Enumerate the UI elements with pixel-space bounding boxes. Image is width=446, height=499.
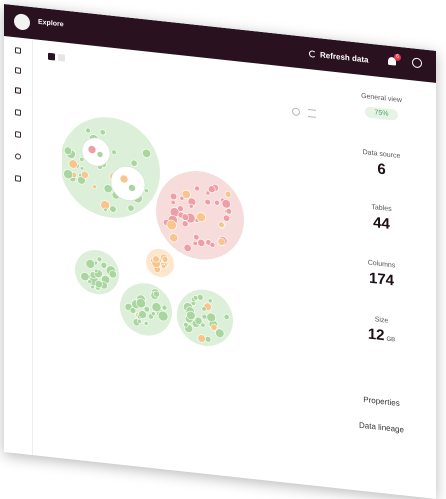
sidebar-item-globe[interactable] (15, 153, 21, 160)
table-bubble[interactable] (90, 284, 95, 290)
stats-panel: General view 75% Data source 6 Tables 44… (334, 90, 429, 345)
table-bubble[interactable] (192, 240, 198, 246)
table-bubble[interactable] (201, 306, 207, 312)
properties-link[interactable]: Properties (334, 392, 429, 411)
list-view-icon[interactable] (58, 53, 65, 62)
table-bubble[interactable] (177, 205, 184, 212)
size-unit: GB (386, 336, 396, 344)
table-bubble[interactable] (201, 313, 208, 320)
table-bubble[interactable] (225, 208, 232, 215)
table-bubble[interactable] (92, 184, 97, 190)
table-bubble[interactable] (192, 295, 199, 301)
sidebar (4, 36, 33, 456)
refresh-data-button[interactable]: Refresh data (309, 46, 368, 66)
bubble-chart[interactable] (62, 90, 277, 358)
app-logo[interactable] (14, 13, 30, 31)
table-bubble[interactable] (161, 263, 166, 269)
sidebar-item-share[interactable] (15, 109, 21, 116)
table-bubble[interactable] (207, 298, 213, 304)
user-account-icon[interactable] (412, 57, 422, 69)
bubble-view-icon[interactable] (48, 52, 55, 61)
data-lineage-link[interactable]: Data lineage (334, 418, 429, 437)
table-bubble[interactable] (99, 129, 106, 136)
size-value: 12 (367, 325, 385, 345)
table-bubble[interactable] (79, 166, 85, 171)
table-bubble[interactable] (193, 234, 200, 241)
table-bubble[interactable] (209, 241, 216, 248)
table-bubble[interactable] (144, 188, 149, 194)
table-bubble[interactable] (85, 127, 91, 134)
table-bubble[interactable] (188, 203, 194, 209)
general-view-badge: 75% (365, 106, 398, 121)
table-bubble[interactable] (87, 279, 93, 285)
general-view-label: General view (361, 92, 402, 105)
table-bubble[interactable] (223, 314, 230, 321)
table-bubble[interactable] (111, 149, 117, 155)
stat-data-source: Data source 6 (334, 146, 429, 183)
table-bubble[interactable] (161, 304, 168, 311)
search-icon[interactable] (292, 107, 300, 117)
notification-badge: 6 (394, 53, 401, 62)
stat-columns: Columns 174 (334, 256, 429, 293)
table-bubble[interactable] (204, 198, 211, 206)
table-bubble[interactable] (103, 207, 108, 212)
table-bubble[interactable] (218, 221, 225, 228)
stat-size: Size 12 GB (334, 312, 429, 349)
sidebar-item-shield[interactable] (15, 131, 21, 138)
table-bubble[interactable] (150, 311, 156, 317)
table-bubble[interactable] (136, 318, 142, 324)
table-bubble[interactable] (170, 199, 176, 205)
table-bubble[interactable] (179, 195, 185, 201)
sidebar-item-search[interactable] (15, 87, 21, 94)
view-toggle[interactable] (48, 52, 65, 62)
table-bubble[interactable] (79, 156, 85, 162)
page-title: Explore (38, 18, 64, 29)
app-scene: Explore Refresh data 6 General view 75% … (0, 0, 446, 499)
table-bubble[interactable] (96, 256, 103, 263)
sidebar-item-plug[interactable] (15, 67, 21, 74)
table-bubble[interactable] (183, 322, 189, 328)
refresh-icon (309, 49, 316, 58)
filter-icon[interactable] (308, 109, 316, 118)
sidebar-item-catalog[interactable] (15, 47, 21, 54)
app-window: Explore Refresh data 6 General view 75% … (4, 4, 436, 499)
table-bubble[interactable] (94, 268, 99, 274)
refresh-data-label: Refresh data (320, 49, 369, 65)
table-bubble[interactable] (214, 199, 220, 206)
table-bubble[interactable] (143, 321, 149, 326)
top-bar: Explore Refresh data 6 (4, 4, 436, 83)
chart-tools (292, 107, 316, 118)
table-bubble[interactable] (194, 185, 200, 192)
notifications-button[interactable]: 6 (387, 53, 401, 68)
stat-general-view: General view 75% (334, 90, 429, 125)
stat-tables: Tables 44 (334, 200, 429, 237)
sidebar-item-document[interactable] (15, 175, 21, 182)
